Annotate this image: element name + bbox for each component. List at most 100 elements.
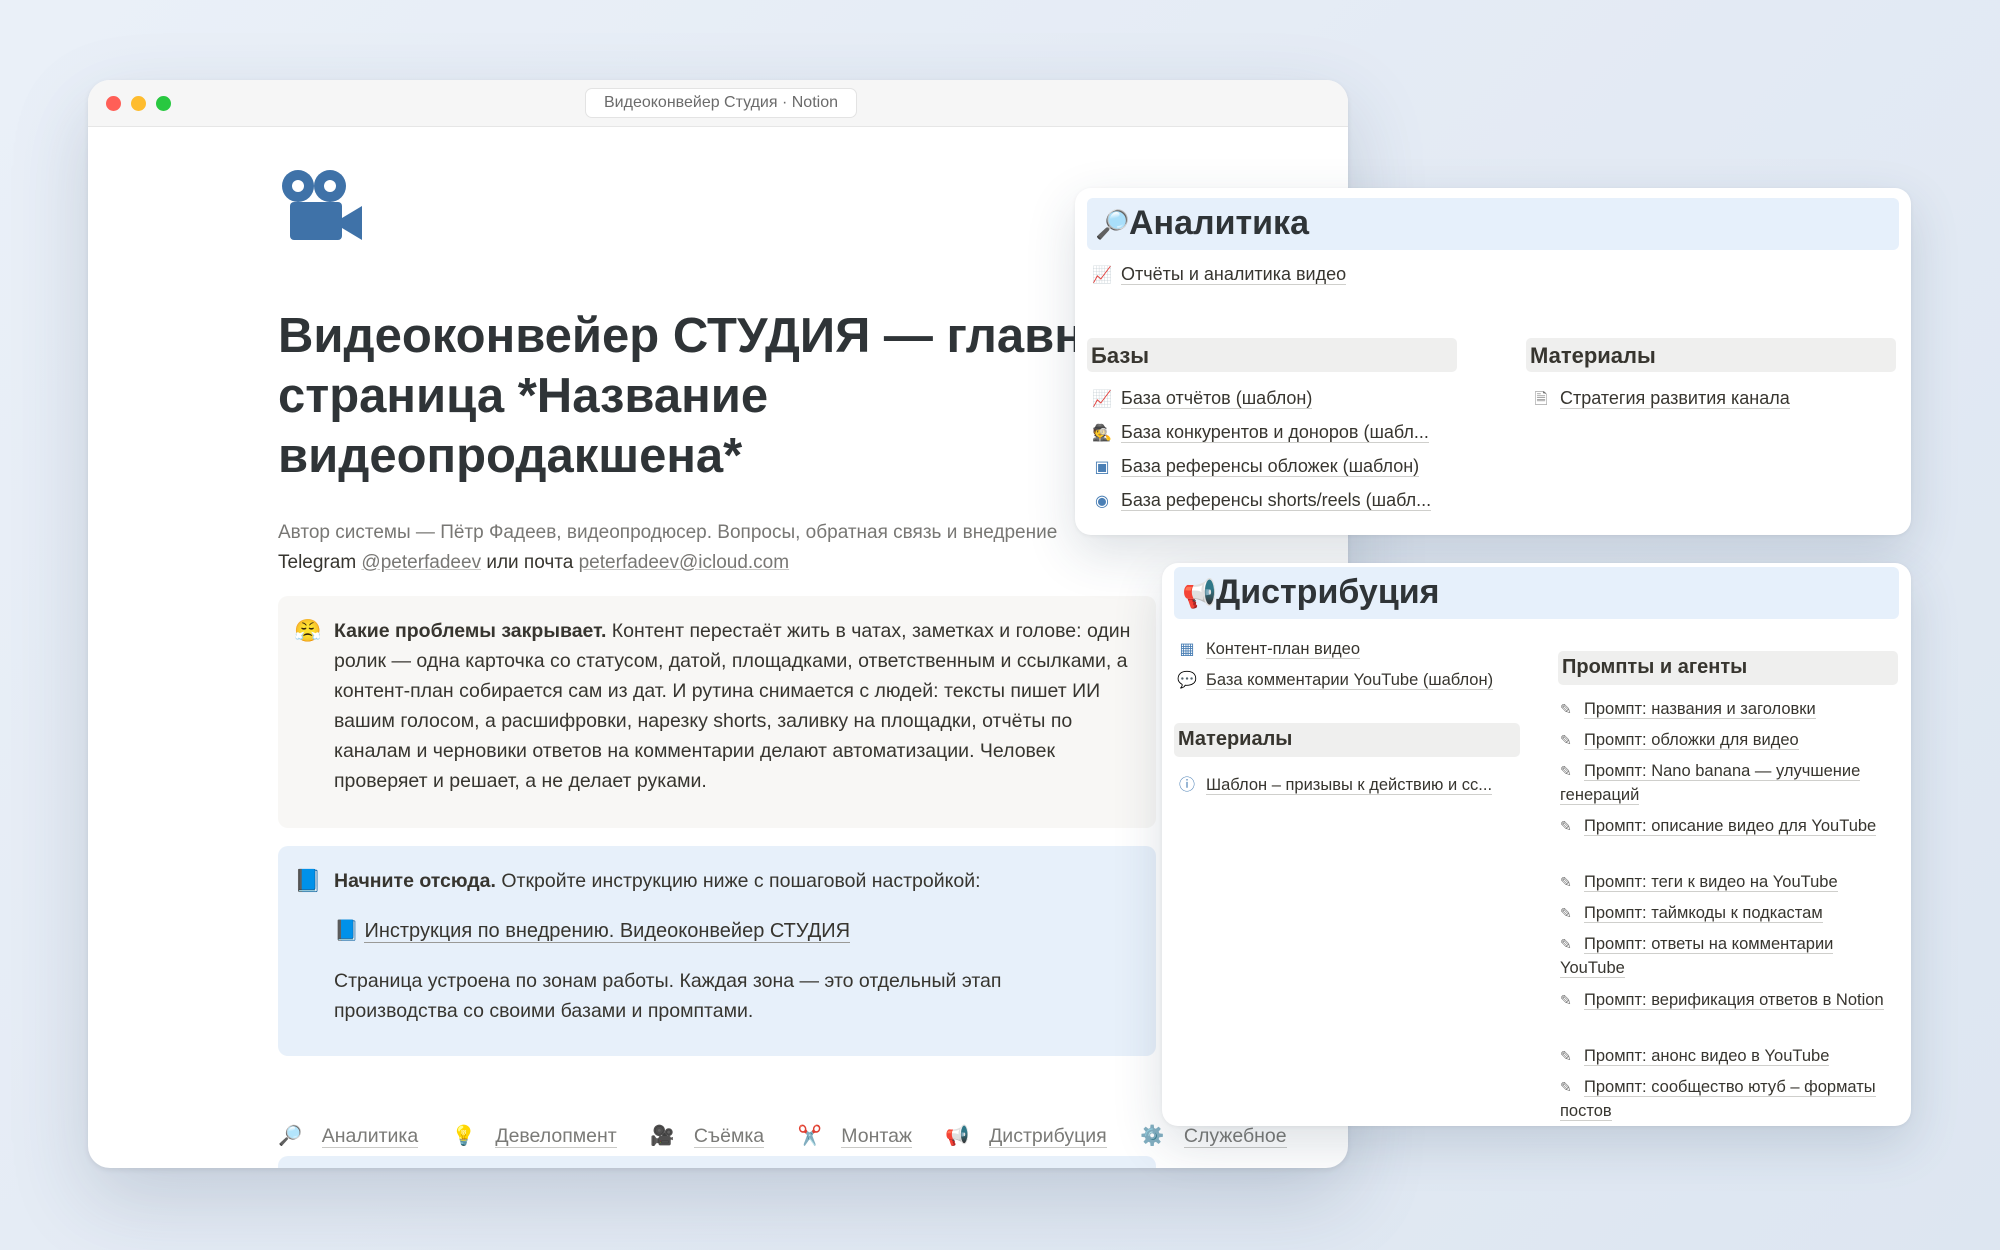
comment-icon: 💬 <box>1177 672 1197 689</box>
prompt-item[interactable]: ✎ Промпт: анонс видео в YouTube <box>1560 1044 1890 1068</box>
link-label: Отчёты и аналитика видео <box>1121 264 1347 285</box>
camera-icon: 🎥 <box>650 1125 675 1147</box>
base-item[interactable]: 📈 База отчётов (шаблон) <box>1091 388 1313 409</box>
link-label: Шаблон – призывы к действию и сс... <box>1206 776 1493 795</box>
analytics-reports-link[interactable]: 📈 Отчёты и аналитика видео <box>1091 264 1347 285</box>
pen-document-icon: ✎ <box>1560 763 1572 779</box>
instruction-link[interactable]: 📘 Инструкция по внедрению. Видеоконвейер… <box>334 918 851 943</box>
megaphone-icon: 📢 <box>945 1125 970 1147</box>
zoom-button[interactable] <box>156 96 171 111</box>
prompt-item[interactable]: ✎ Промпт: теги к видео на YouTube <box>1560 870 1890 894</box>
link-label: Промпт: описание видео для YouTube <box>1584 817 1877 836</box>
book-icon: 📘 <box>294 868 322 893</box>
zone-label: Съёмка <box>693 1125 765 1148</box>
link-label: Промпт: верификация ответов в Notion <box>1584 991 1884 1010</box>
or-label: или почта <box>481 552 579 573</box>
email-link[interactable]: peterfadeev@icloud.com <box>579 552 789 573</box>
chart-icon: 📈 <box>1092 267 1112 284</box>
chart-icon: 📈 <box>1092 391 1112 408</box>
pen-document-icon: ✎ <box>1560 818 1572 834</box>
problems-callout: 😤 Какие проблемы закрывает. Контент пере… <box>278 596 1156 828</box>
link-label: Промпт: таймкоды к подкастам <box>1584 904 1823 923</box>
materials-header: Материалы <box>1174 723 1520 757</box>
base-item[interactable]: 🕵 База конкурентов и доноров (шабл... <box>1091 422 1429 443</box>
distribution-title: Дистрибуция <box>1216 573 1440 611</box>
link-label: Промпт: обложки для видео <box>1584 731 1799 750</box>
structure-description: Страница устроена по зонам работы. Кажда… <box>334 970 1002 1022</box>
problems-text: Какие проблемы закрывает. Контент перест… <box>334 616 1134 796</box>
pen-document-icon: ✎ <box>1560 1048 1572 1064</box>
link-label: База конкурентов и доноров (шабл... <box>1121 422 1429 443</box>
link-label: Промпт: теги к видео на YouTube <box>1584 873 1838 892</box>
telegram-label: Telegram <box>278 552 362 573</box>
window-title: Видеоконвейер Студия · Notion <box>585 88 857 118</box>
bases-header: Базы <box>1087 338 1457 372</box>
prompt-item[interactable]: ✎ Промпт: ответы на комментарии YouTube <box>1560 932 1890 980</box>
title-bar: Видеоконвейер Студия · Notion <box>88 80 1348 127</box>
prompt-item[interactable]: ✎ Промпт: сообщество ютуб – форматы посто… <box>1560 1075 1890 1123</box>
zone-label: Монтаж <box>841 1125 912 1148</box>
link-label: Контент-план видео <box>1206 640 1361 659</box>
base-item[interactable]: ▣ База референсы обложек (шаблон) <box>1091 456 1420 477</box>
book-icon: 📘 <box>334 920 359 942</box>
link-label: Промпт: названия и заголовки <box>1584 700 1816 719</box>
next-callout <box>278 1156 1156 1168</box>
scissors-icon: ✂️ <box>797 1125 822 1147</box>
link-label: Промпт: ответы на комментарии YouTube <box>1560 935 1834 978</box>
material-item[interactable]: ⓘ Шаблон – призывы к действию и сс... <box>1176 771 1493 795</box>
megaphone-icon: 📢 <box>1182 578 1217 609</box>
analytics-title: Аналитика <box>1129 204 1309 242</box>
telegram-link[interactable]: @peterfadeev <box>361 552 481 573</box>
link-label: База комментарии YouTube (шаблон) <box>1206 671 1494 690</box>
zone-link-service[interactable]: ⚙️ Служебное <box>1140 1125 1300 1148</box>
pen-document-icon: ✎ <box>1560 905 1572 921</box>
prompt-item[interactable]: ✎ Промпт: названия и заголовки <box>1560 697 1890 721</box>
content-plan-link[interactable]: ▦ Контент-план видео <box>1176 639 1361 659</box>
link-label: База отчётов (шаблон) <box>1121 388 1313 409</box>
prompt-item[interactable]: ✎ Промпт: обложки для видео <box>1560 728 1890 752</box>
link-label: База референсы обложек (шаблон) <box>1121 456 1420 477</box>
zone-link-development[interactable]: 💡 Девелопмент <box>451 1125 631 1148</box>
frustrated-face-icon: 😤 <box>294 618 322 643</box>
prompts-title: Промпты и агенты <box>1562 656 1748 678</box>
base-item[interactable]: ◉ База референсы shorts/reels (шабл... <box>1091 490 1432 511</box>
pen-document-icon: ✎ <box>1560 874 1572 890</box>
bases-title: Базы <box>1091 343 1150 368</box>
prompts-header: Промпты и агенты <box>1558 651 1898 685</box>
eye-icon: ◉ <box>1095 493 1109 510</box>
prompt-item[interactable]: ✎ Промпт: Nano banana — улучшение генерац… <box>1560 759 1890 807</box>
analytics-card: 🔎 Аналитика 📈 Отчёты и аналитика видео Ба… <box>1075 188 1911 535</box>
gear-icon: ⚙️ <box>1140 1125 1165 1147</box>
start-body: Откройте инструкцию ниже с пошаговой нас… <box>495 870 981 892</box>
zone-label: Аналитика <box>321 1125 419 1148</box>
prompt-item[interactable]: ✎ Промпт: описание видео для YouTube <box>1560 814 1890 838</box>
problems-body: Контент перестаёт жить в чатах, заметках… <box>334 620 1131 792</box>
distribution-card: 📢 Дистрибуция ▦ Контент-план видео 💬 База … <box>1162 563 1911 1126</box>
comments-base-link[interactable]: 💬 База комментарии YouTube (шаблон) <box>1176 670 1494 690</box>
pen-document-icon: ✎ <box>1560 992 1572 1008</box>
materials-title: Материалы <box>1530 343 1656 368</box>
link-label: Стратегия развития канала <box>1560 388 1790 409</box>
bulb-icon: 💡 <box>451 1125 476 1147</box>
pen-document-icon: ✎ <box>1560 701 1572 717</box>
document-icon: 🗎 <box>1534 391 1548 408</box>
zone-link-shooting[interactable]: 🎥 Съёмка <box>650 1125 778 1148</box>
prompt-item[interactable]: ✎ Промпт: верификация ответов в Notion <box>1560 988 1890 1012</box>
close-button[interactable] <box>106 96 121 111</box>
link-label: Промпт: анонс видео в YouTube <box>1584 1047 1830 1066</box>
material-item[interactable]: 🗎 Стратегия развития канала <box>1530 388 1790 415</box>
spy-icon: 🕵 <box>1092 425 1112 442</box>
start-text: Начните отсюда. Откройте инструкцию ниже… <box>334 866 1134 896</box>
zone-link-distribution[interactable]: 📢 Дистрибуция <box>945 1125 1120 1148</box>
start-heading: Начните отсюда. <box>334 870 496 892</box>
prompt-item[interactable]: ✎ Промпт: таймкоды к подкастам <box>1560 901 1890 925</box>
zone-link-editing[interactable]: ✂️ Монтаж <box>797 1125 926 1148</box>
analytics-header: 🔎 Аналитика <box>1087 198 1899 250</box>
page-title: Видеоконвейер СТУДИЯ — главн страница *Н… <box>278 309 1084 483</box>
materials-header: Материалы <box>1526 338 1896 372</box>
pen-document-icon: ✎ <box>1560 936 1572 952</box>
zone-link-analytics[interactable]: 🔎 Аналитика <box>278 1125 432 1148</box>
minimize-button[interactable] <box>131 96 146 111</box>
pen-document-icon: ✎ <box>1560 732 1572 748</box>
video-camera-icon[interactable] <box>278 166 368 246</box>
